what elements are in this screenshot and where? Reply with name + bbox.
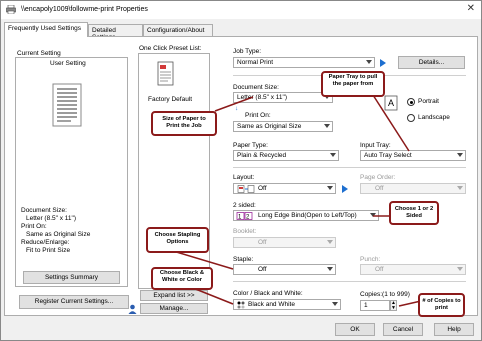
ok-button[interactable]: OK <box>335 323 375 336</box>
staple-label: Staple: <box>233 256 254 263</box>
two-sided-select[interactable]: 1 2 Long Edge Bind(Open to Left/Top) <box>233 210 379 221</box>
booklet-select[interactable]: Off <box>233 237 336 248</box>
play-arrow-icon <box>342 185 348 193</box>
cancel-button[interactable]: Cancel <box>383 323 423 336</box>
page-order-select[interactable]: Off <box>360 183 466 194</box>
callout-two-sided: Choose 1 or 2 Sided <box>389 201 439 225</box>
separator <box>233 281 466 282</box>
paper-type-select[interactable]: Plain & Recycled <box>233 150 339 161</box>
spin-down-icon[interactable]: ▼ <box>391 305 396 311</box>
separator <box>233 167 466 168</box>
summary-doc-size-value: Letter (8.5" x 11") <box>26 215 77 222</box>
document-size-select[interactable]: Letter (8.5" x 11") <box>233 92 333 103</box>
properties-dialog: \\encapoly1009\followme-print Properties… <box>0 0 482 341</box>
portrait-label[interactable]: Portrait <box>418 98 439 105</box>
down-arrow-icon: ↓ <box>235 105 239 112</box>
layout-icon <box>237 185 255 193</box>
page-order-label: Page Order: <box>360 174 396 181</box>
portrait-orientation-icon: A <box>384 95 398 111</box>
job-type-select[interactable]: Normal Print <box>233 57 375 68</box>
summary-print-on-label: Print On: <box>21 223 47 230</box>
factory-default-label[interactable]: Factory Default <box>148 96 192 103</box>
callout-color: Choose Black & White or Color <box>151 267 213 290</box>
punch-select[interactable]: Off <box>360 264 466 275</box>
layout-label: Layout: <box>233 174 255 181</box>
user-icon <box>128 304 137 314</box>
two-sided-label: 2 sided: <box>233 202 256 209</box>
print-on-label: Print On: <box>245 112 271 119</box>
paper-type-label: Paper Type: <box>233 142 268 149</box>
tab-frequently-used-settings[interactable]: Frequently Used Settings <box>4 22 88 37</box>
close-icon[interactable]: ✕ <box>467 3 475 14</box>
callout-size-of-paper: Size of Paper to Print the Job <box>151 111 217 136</box>
window-title: \\encapoly1009\followme-print Properties <box>21 6 148 13</box>
black-white-icon <box>237 301 245 309</box>
color-label: Color / Black and White: <box>233 290 303 297</box>
current-setting-subheading: User Setting <box>50 60 86 67</box>
title-bar: \\encapoly1009\followme-print Properties… <box>1 1 481 19</box>
copies-input[interactable]: 1 <box>360 300 390 311</box>
current-setting-heading: Current Setting <box>17 50 61 57</box>
portrait-radio[interactable] <box>407 98 415 106</box>
landscape-label[interactable]: Landscape <box>418 114 450 121</box>
booklet-label: Booklet: <box>233 228 257 235</box>
preset-list[interactable] <box>138 53 210 289</box>
details-button[interactable]: Details... <box>398 56 465 69</box>
printer-icon <box>6 5 16 14</box>
staple-select[interactable]: Off <box>233 264 336 275</box>
summary-print-on-value: Same as Original Size <box>26 231 91 238</box>
copies-spinner[interactable]: ▲ ▼ <box>390 300 397 311</box>
manage-button[interactable]: Manage... <box>140 303 208 314</box>
color-select[interactable]: Black and White <box>233 299 341 310</box>
copies-label: Copies:(1 to 999) <box>360 291 410 298</box>
input-tray-label: Input Tray: <box>360 142 391 149</box>
svg-text:A: A <box>388 98 394 108</box>
summary-doc-size-label: Document Size: <box>21 207 67 214</box>
summary-reduce-value: Fit to Print Size <box>26 247 71 254</box>
preset-list-heading: One Click Preset List: <box>139 45 202 52</box>
job-type-label: Job Type: <box>233 48 262 55</box>
print-on-select[interactable]: Same as Original Size <box>233 121 333 132</box>
landscape-radio[interactable] <box>407 114 415 122</box>
expand-list-button[interactable]: Expand list >> <box>140 290 208 301</box>
play-arrow-icon <box>380 59 386 67</box>
tab-detailed-settings[interactable]: Detailed Settings <box>88 24 143 41</box>
long-edge-bind-icon: 1 2 <box>236 212 253 220</box>
punch-label: Punch: <box>360 256 381 263</box>
document-preview-icon <box>52 83 82 127</box>
layout-select[interactable]: Off <box>233 183 336 194</box>
help-button[interactable]: Help <box>434 323 474 336</box>
factory-default-preset-icon[interactable] <box>156 61 176 87</box>
tab-configuration-about[interactable]: Configuration/About <box>143 24 213 36</box>
settings-summary-button[interactable]: Settings Summary <box>23 271 120 284</box>
input-tray-select[interactable]: Auto Tray Select <box>360 150 466 161</box>
register-current-settings-button[interactable]: Register Current Settings... <box>19 295 129 309</box>
callout-paper-tray: Paper Tray to pull the paper from <box>321 71 385 97</box>
document-size-label: Document Size: <box>233 84 279 91</box>
summary-reduce-label: Reduce/Enlarge: <box>21 239 70 246</box>
callout-copies: # of Copies to print <box>418 293 465 317</box>
callout-stapling: Choose Stapling Options <box>146 227 209 253</box>
